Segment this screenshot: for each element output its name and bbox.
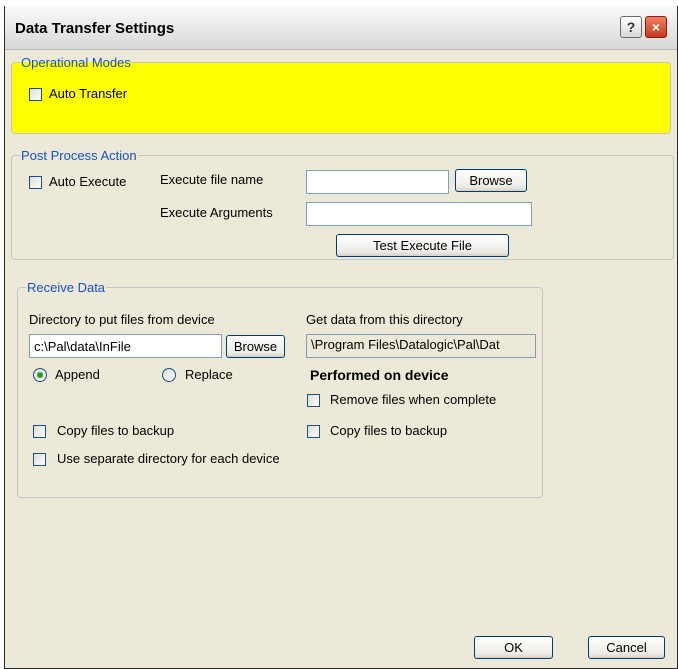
get-data-label: Get data from this directory bbox=[306, 312, 463, 327]
remove-files-label: Remove files when complete bbox=[330, 392, 497, 407]
window-title: Data Transfer Settings bbox=[15, 20, 175, 37]
copy-backup-right-label: Copy files to backup bbox=[330, 423, 448, 438]
directory-label: Directory to put files from device bbox=[29, 312, 215, 327]
copy-backup-left-label: Copy files to backup bbox=[57, 423, 175, 438]
append-label: Append bbox=[55, 367, 100, 382]
execute-arguments-input[interactable] bbox=[306, 202, 532, 226]
help-icon[interactable]: ? bbox=[620, 16, 642, 38]
auto-transfer-checkbox[interactable] bbox=[29, 88, 42, 101]
auto-execute-label: Auto Execute bbox=[49, 174, 127, 189]
dialog-window: Data Transfer Settings ? × Operational M… bbox=[4, 6, 678, 669]
execute-file-name-input[interactable] bbox=[306, 170, 449, 194]
copy-backup-right-checkbox[interactable] bbox=[307, 425, 320, 438]
execute-browse-button[interactable]: Browse bbox=[455, 169, 527, 192]
replace-label: Replace bbox=[185, 367, 233, 382]
directory-browse-button[interactable]: Browse bbox=[226, 335, 285, 358]
receive-data-legend: Receive Data bbox=[27, 280, 106, 295]
get-data-directory-field[interactable]: \Program Files\Datalogic\Pal\Dat bbox=[306, 334, 536, 358]
title-bar[interactable]: Data Transfer Settings ? × bbox=[5, 6, 677, 50]
append-radio[interactable] bbox=[33, 368, 47, 382]
execute-arguments-label: Execute Arguments bbox=[160, 205, 273, 220]
directory-input[interactable] bbox=[29, 334, 222, 358]
performed-on-device-heading: Performed on device bbox=[310, 367, 449, 383]
ok-button[interactable]: OK bbox=[474, 636, 553, 659]
operational-modes-legend: Operational Modes bbox=[21, 55, 131, 70]
execute-file-name-label: Execute file name bbox=[160, 172, 264, 187]
replace-radio[interactable] bbox=[162, 368, 176, 382]
auto-execute-checkbox[interactable] bbox=[29, 176, 42, 189]
post-process-action-legend: Post Process Action bbox=[21, 148, 137, 163]
copy-backup-left-checkbox[interactable] bbox=[33, 425, 46, 438]
separate-directory-checkbox[interactable] bbox=[33, 453, 46, 466]
auto-transfer-label: Auto Transfer bbox=[49, 86, 128, 101]
cancel-button[interactable]: Cancel bbox=[588, 636, 665, 659]
test-execute-file-button[interactable]: Test Execute File bbox=[336, 234, 509, 257]
close-icon[interactable]: × bbox=[645, 16, 667, 38]
separate-directory-label: Use separate directory for each device bbox=[57, 451, 280, 466]
remove-files-checkbox[interactable] bbox=[307, 394, 320, 407]
